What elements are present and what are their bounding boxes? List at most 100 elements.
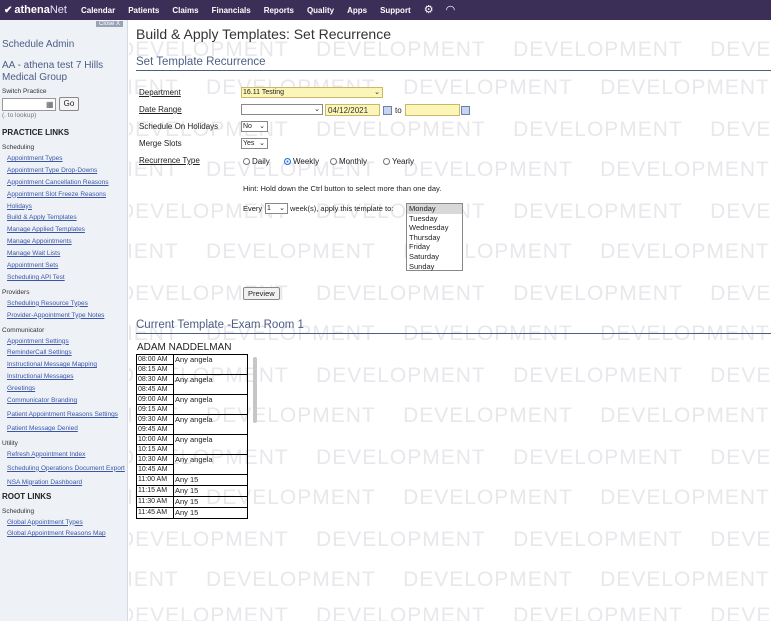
sidebar-link[interactable]: Appointment Types: [0, 153, 127, 165]
switch-practice-label: Switch Practice: [2, 88, 47, 95]
slot-time: 09:30 AM: [137, 415, 173, 425]
recurrence-daily-radio[interactable]: Daily: [243, 157, 270, 166]
sidebar-link[interactable]: Manage Appointments: [0, 236, 127, 248]
day-option[interactable]: Wednesday: [407, 223, 462, 233]
sidebar-link[interactable]: Appointment Settings: [0, 336, 127, 348]
department-label: Department: [139, 88, 181, 97]
slot-time: 10:00 AM: [137, 435, 173, 445]
sidebar-link[interactable]: Appointment Type Drop-Downs: [0, 165, 127, 177]
chevron-down-icon: ⌄: [279, 205, 285, 212]
sidebar-link[interactable]: Appointment Slot Freeze Reasons: [0, 189, 127, 201]
merge-slots-select[interactable]: Yes ⌄: [241, 138, 268, 149]
schedule-slot[interactable]: 09:30 AM 09:45 AM Any angela: [137, 415, 247, 435]
nav-apps[interactable]: Apps: [347, 6, 367, 15]
schedule-slot[interactable]: 11:00 AM Any 15: [137, 475, 247, 486]
schedule-slot[interactable]: 08:30 AM 08:45 AM Any angela: [137, 375, 247, 395]
weekday-listbox[interactable]: Monday Tuesday Wednesday Thursday Friday…: [406, 203, 463, 271]
close-sidebar-button[interactable]: Close X: [95, 21, 123, 27]
sidebar-link[interactable]: Manage Wait Lists: [0, 248, 127, 260]
group-label-utility: Utility: [2, 439, 18, 447]
chevron-down-icon: ⌄: [259, 123, 265, 130]
schedule-slot[interactable]: 11:30 AM Any 15: [137, 497, 247, 508]
nav-reports[interactable]: Reports: [264, 6, 294, 15]
sidebar-link[interactable]: Appointment Cancellation Reasons: [0, 177, 127, 189]
nav-financials[interactable]: Financials: [212, 6, 251, 15]
day-option[interactable]: Thursday: [407, 233, 462, 243]
lookup-icon[interactable]: ▦: [46, 100, 54, 109]
slot-time: 09:45 AM: [138, 426, 168, 433]
nav-quality[interactable]: Quality: [307, 6, 334, 15]
calendar-icon[interactable]: [383, 106, 392, 115]
nav-calendar[interactable]: Calendar: [81, 6, 115, 15]
sidebar-link[interactable]: Manage Applied Templates: [0, 224, 127, 236]
start-date-input[interactable]: 04/12/2021: [325, 104, 380, 116]
sidebar-link[interactable]: Scheduling Operations Document Export: [0, 461, 127, 477]
nav-claims[interactable]: Claims: [172, 6, 198, 15]
recurrence-yearly-radio[interactable]: Yearly: [383, 157, 414, 166]
date-range-type-select[interactable]: ⌄: [241, 104, 323, 115]
sidebar-link[interactable]: Build & Apply Templates: [0, 212, 127, 224]
day-option[interactable]: Monday: [407, 204, 462, 214]
slot-type: Any 15: [175, 486, 199, 495]
schedule-slot[interactable]: 10:00 AM 10:15 AM Any angela: [137, 435, 247, 455]
sidebar-link[interactable]: Scheduling API Test: [0, 272, 127, 284]
department-select[interactable]: 16.11 Testing ⌄: [241, 87, 383, 98]
slot-time: 11:45 AM: [138, 509, 168, 516]
schedule-holidays-label: Schedule On Holidays: [139, 122, 219, 131]
sidebar-link[interactable]: Provider-Appointment Type Notes: [0, 310, 127, 322]
sidebar-link[interactable]: Holidays: [0, 201, 127, 213]
slot-time: 11:00 AM: [138, 476, 168, 483]
sidebar-link[interactable]: Greetings: [0, 383, 127, 395]
slot-time: 11:15 AM: [138, 487, 168, 494]
recurrence-monthly-radio[interactable]: Monthly: [330, 157, 367, 166]
schedule-slot[interactable]: 09:00 AM 09:15 AM Any angela: [137, 395, 247, 415]
gear-icon[interactable]: ⚙: [424, 4, 434, 16]
recurrence-weekly-radio[interactable]: Weekly: [284, 157, 319, 166]
group-label-providers: Providers: [2, 288, 30, 296]
sidebar-link[interactable]: NSA Migration Dashboard: [0, 477, 127, 489]
sidebar-link[interactable]: Patient Appointment Reasons Settings: [0, 407, 127, 423]
sidebar-link[interactable]: Refresh Appointment Index: [0, 449, 127, 461]
schedule-scrollbar[interactable]: [253, 357, 257, 423]
sidebar-link[interactable]: Communicator Branding: [0, 395, 127, 407]
slot-type: Any angela: [175, 375, 213, 384]
sidebar-link[interactable]: Patient Message Denied: [0, 423, 127, 435]
end-date-input[interactable]: [405, 104, 460, 116]
schedule-holidays-select[interactable]: No ⌄: [241, 121, 268, 132]
nav-patients[interactable]: Patients: [128, 6, 159, 15]
day-option[interactable]: Friday: [407, 242, 462, 252]
schedule-slot[interactable]: 08:00 AM 08:15 AM Any angela: [137, 355, 247, 375]
every-weeks-select[interactable]: 1 ⌄: [265, 203, 288, 214]
logo-text-net: Net: [49, 4, 67, 16]
sidebar-link[interactable]: ReminderCall Settings: [0, 347, 127, 359]
top-nav: ✔ athena Net Calendar Patients Claims Fin…: [0, 0, 771, 20]
day-option[interactable]: Tuesday: [407, 214, 462, 224]
merge-slots-label: Merge Slots: [139, 139, 182, 148]
schedule-slot[interactable]: 11:15 AM Any 15: [137, 486, 247, 497]
sidebar-link[interactable]: Global Appointment Types: [0, 517, 127, 529]
gauge-icon[interactable]: ◠: [446, 4, 456, 16]
schedule-grid: 08:00 AM 08:15 AM Any angela 08:30 AM 08:4…: [136, 354, 248, 519]
day-option[interactable]: Sunday: [407, 262, 462, 272]
section-divider: [136, 333, 771, 334]
schedule-slot[interactable]: 10:30 AM 10:45 AM Any angela: [137, 455, 247, 475]
root-links-heading: ROOT LINKS: [2, 491, 52, 501]
sidebar-link[interactable]: Global Appointment Reasons Map: [0, 528, 127, 540]
slot-time: 09:15 AM: [138, 406, 168, 413]
slot-type: Any 15: [175, 475, 199, 484]
preview-button[interactable]: Preview: [243, 287, 280, 300]
sidebar-link[interactable]: Instructional Message Mapping: [0, 359, 127, 371]
nav-support[interactable]: Support: [380, 6, 411, 15]
slot-time: 09:00 AM: [137, 395, 173, 405]
calendar-icon[interactable]: [461, 106, 470, 115]
group-label-communicator: Communicator: [2, 326, 45, 334]
sidebar-link[interactable]: Scheduling Resource Types: [0, 298, 127, 310]
slot-time: 08:30 AM: [137, 375, 173, 385]
slot-type: Any angela: [175, 455, 213, 464]
day-option[interactable]: Saturday: [407, 252, 462, 262]
schedule-slot[interactable]: 11:45 AM Any 15: [137, 508, 247, 519]
sidebar-link[interactable]: Appointment Sets: [0, 260, 127, 272]
sidebar-link[interactable]: Instructional Messages: [0, 371, 127, 383]
go-button[interactable]: Go: [59, 97, 79, 111]
athenanet-logo[interactable]: ✔ athena Net: [4, 4, 67, 16]
